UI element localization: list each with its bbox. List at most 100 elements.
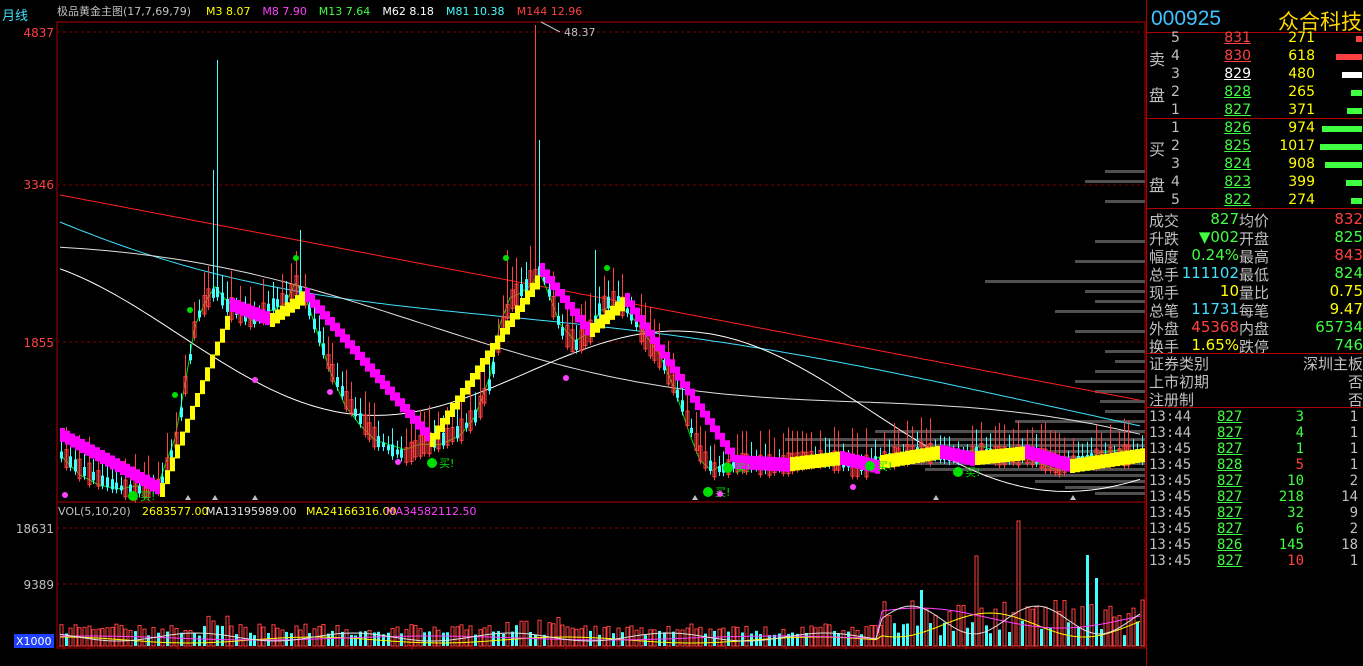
bottom-marker xyxy=(692,495,698,500)
band-block xyxy=(170,457,175,472)
ask-level: 1 xyxy=(1171,102,1180,118)
band-block xyxy=(365,357,370,372)
tick-time: 13:45 xyxy=(1149,489,1192,505)
bid-row[interactable]: 2 825 1017 xyxy=(1165,138,1363,156)
kline-chart-panel[interactable]: 月线 4837 3346 1855 极品黄金主图(17,7,69,79) M3 … xyxy=(0,0,1146,663)
ask-price: 828 xyxy=(1224,84,1251,100)
period-label[interactable]: 月线 xyxy=(2,9,28,24)
band-block xyxy=(480,358,485,372)
bid-volume-bar xyxy=(1346,180,1362,186)
ask-price: 827 xyxy=(1224,102,1251,118)
band-block xyxy=(1130,449,1135,464)
candle-body xyxy=(681,400,684,412)
profile-bar xyxy=(1105,200,1145,203)
volume-bar xyxy=(755,630,758,646)
volume-bar xyxy=(468,625,473,647)
band-block xyxy=(95,447,100,462)
volume-bar xyxy=(123,628,128,647)
band-block xyxy=(995,449,1000,463)
bid-row[interactable]: 3 824 908 xyxy=(1165,156,1363,174)
ask-volume: 371 xyxy=(1288,102,1315,118)
ask-row[interactable]: 5 831 271 xyxy=(1165,30,1363,48)
tick-row[interactable]: 13:45 827 32 9 xyxy=(1147,505,1363,521)
candle-body xyxy=(709,460,712,471)
volume-bar xyxy=(128,629,133,647)
volume-bar xyxy=(939,635,942,646)
volume-bar xyxy=(1103,609,1108,647)
volume-bar xyxy=(137,624,142,647)
band-block xyxy=(620,297,625,312)
volume-bar xyxy=(377,631,380,646)
tick-row[interactable]: 13:45 826 145 18 xyxy=(1147,537,1363,553)
volume-bar xyxy=(1062,600,1067,647)
band-block xyxy=(300,291,305,306)
volume-bar xyxy=(1043,606,1048,647)
volume-bar xyxy=(837,633,840,646)
candle-body xyxy=(474,409,477,423)
bid-row[interactable]: 4 823 399 xyxy=(1165,174,1363,192)
tick-volume: 10 xyxy=(1287,473,1304,489)
tick-row[interactable]: 13:45 827 1 1 xyxy=(1147,441,1363,457)
tick-count: 14 xyxy=(1341,489,1358,505)
candle-body xyxy=(626,308,629,314)
volume-bar xyxy=(924,608,929,647)
tick-row[interactable]: 13:45 827 6 2 xyxy=(1147,521,1363,537)
volume-bar xyxy=(778,633,781,646)
volume-bar xyxy=(989,633,992,646)
band-block xyxy=(110,455,115,470)
band-block xyxy=(585,321,590,336)
ask-volume-bar xyxy=(1347,108,1362,114)
tick-row[interactable]: 13:45 828 5 1 xyxy=(1147,457,1363,473)
ask-row[interactable]: 3 829 480 xyxy=(1165,66,1363,84)
tick-row[interactable]: 13:44 827 4 1 xyxy=(1147,425,1363,441)
bid-row[interactable]: 1 826 974 xyxy=(1165,120,1363,138)
band-block xyxy=(260,309,265,324)
tick-row[interactable]: 13:44 827 3 1 xyxy=(1147,409,1363,425)
band-block xyxy=(450,403,455,417)
ask-volume-bar xyxy=(1336,54,1362,60)
band-block xyxy=(385,380,390,395)
stat-value-right: 0.75 xyxy=(1329,282,1363,300)
tick-row[interactable]: 13:45 827 10 1 xyxy=(1147,553,1363,569)
profile-bar xyxy=(1055,310,1145,313)
candle-body xyxy=(170,450,173,458)
band-block xyxy=(660,344,665,359)
buy-signal-label: 买! xyxy=(965,466,980,479)
profile-bar xyxy=(1100,400,1145,403)
ask-level: 3 xyxy=(1171,66,1180,82)
candle-body xyxy=(561,327,564,336)
volume-bar xyxy=(119,625,124,647)
band-block xyxy=(695,396,700,411)
stock-code[interactable]: 000925 xyxy=(1151,7,1221,31)
candle-body xyxy=(359,413,362,425)
ask-volume-bar xyxy=(1356,36,1362,42)
volume-bar xyxy=(897,632,900,646)
ma-legend-m8: M8 7.90 xyxy=(262,5,306,18)
tick-row[interactable]: 13:45 827 218 14 xyxy=(1147,489,1363,505)
tick-count: 1 xyxy=(1349,425,1358,441)
band-block xyxy=(180,431,185,446)
kline-svg[interactable]: 月线 4837 3346 1855 极品黄金主图(17,7,69,79) M3 … xyxy=(0,0,1146,663)
band-block xyxy=(510,313,515,327)
band-block xyxy=(1110,452,1115,467)
volume-bar xyxy=(267,632,270,646)
info-row: 上市初期否 xyxy=(1147,371,1363,391)
buy-label-2: 盘 xyxy=(1149,176,1166,195)
tick-count: 1 xyxy=(1349,457,1358,473)
band-block xyxy=(280,305,285,320)
tick-row[interactable]: 13:45 827 10 2 xyxy=(1147,473,1363,489)
volume-bar xyxy=(221,625,224,646)
ask-row[interactable]: 4 830 618 xyxy=(1165,48,1363,66)
volume-frame xyxy=(56,501,1146,649)
band-block xyxy=(830,452,835,467)
ask-row[interactable]: 2 828 265 xyxy=(1165,84,1363,102)
buy-signal-dot xyxy=(703,487,713,497)
band-block xyxy=(785,457,790,472)
volume-bar xyxy=(869,625,874,647)
band-block xyxy=(1095,455,1100,470)
stat-value-left: ▼002 xyxy=(1198,228,1239,246)
band-block xyxy=(410,409,415,424)
tick-price: 826 xyxy=(1217,537,1243,553)
band-block xyxy=(980,450,985,465)
band-block xyxy=(275,309,280,324)
